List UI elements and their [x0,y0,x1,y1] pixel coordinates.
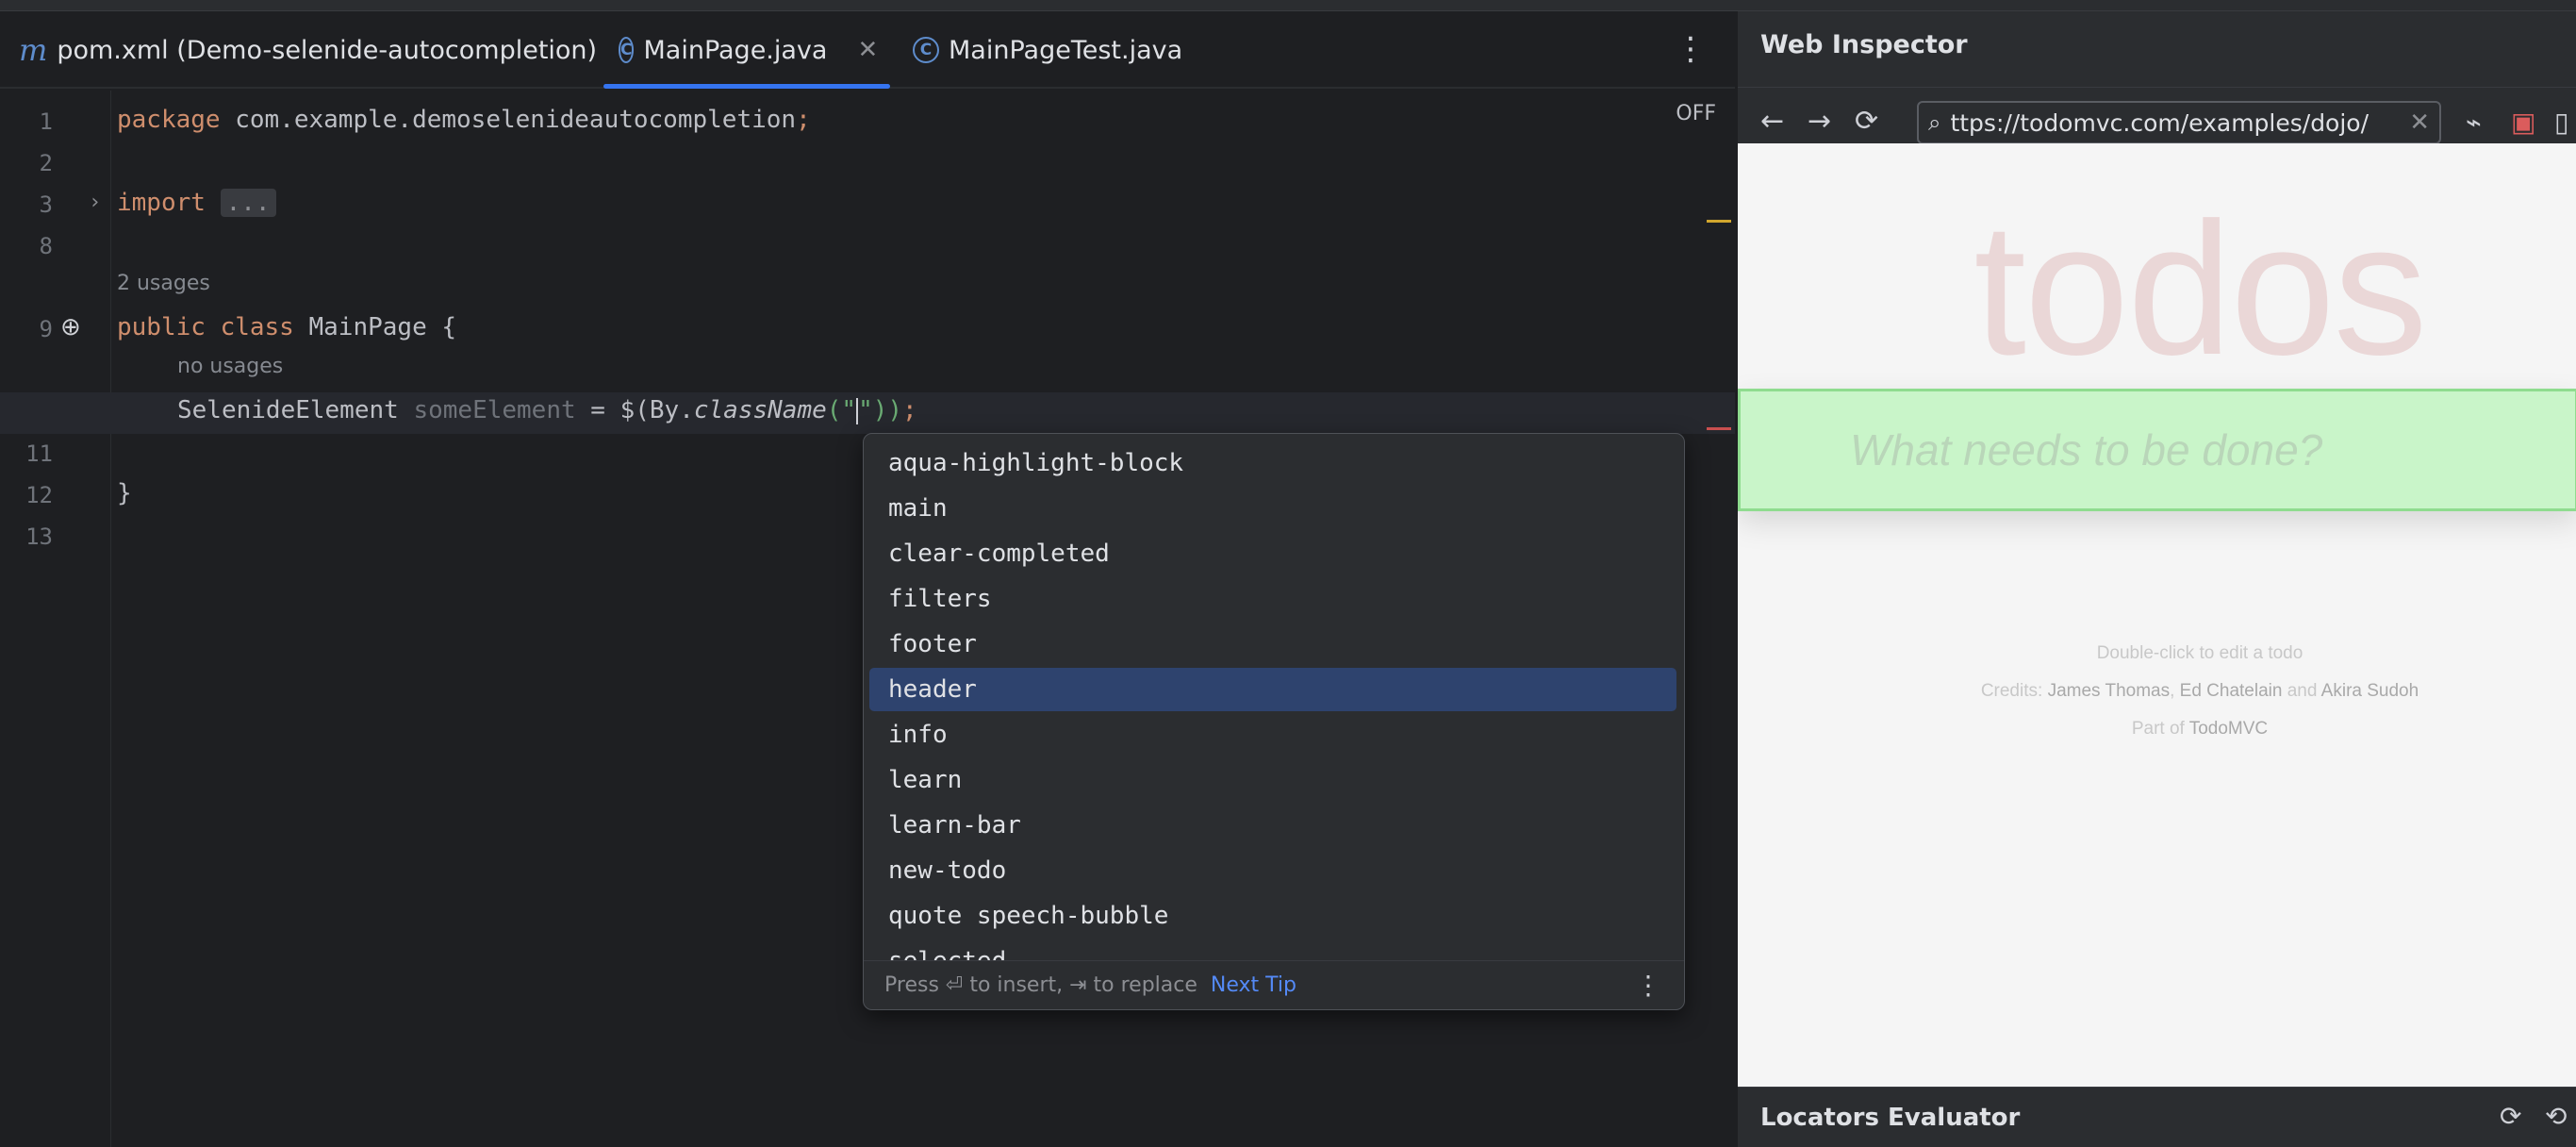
credit-link[interactable]: Ed Chatelain [2180,681,2283,701]
completion-item[interactable]: learn [869,758,1676,802]
completion-item[interactable]: filters [869,577,1676,621]
keyword-package: package [117,106,221,134]
reload-icon[interactable]: ⟳ [1855,105,1878,138]
tab-label: MainPageTest.java [949,35,1183,65]
credits-prefix: Credits: [1980,681,2048,701]
string-open: (" [826,396,857,424]
code-line-12: } [117,479,132,507]
credit-link[interactable]: Akira Sudoh [2321,681,2419,701]
method-name: className [693,396,827,424]
web-inspector-panel: Web Inspector ← → ⟳ ⌕ ttps://todomvc.com… [1736,11,2576,1147]
code-line-9: public class MainPage { [117,313,456,341]
completion-footer: Press ⏎ to insert, ⇥ to replace Next Tip… [864,960,1684,1009]
ide-window: m pom.xml (Demo-selenide-autocompletion)… [0,0,2576,1147]
todos-heading: todos [1973,184,2427,394]
tab-label: pom.xml (Demo-selenide-autocompletion) [57,35,598,65]
close-tab-icon[interactable]: ✕ [857,36,878,64]
type-name: SelenideElement [177,396,414,424]
editor-tab-bar: m pom.xml (Demo-selenide-autocompletion)… [0,11,1735,89]
refresh-icon[interactable]: ⟳ [2500,1101,2521,1132]
completion-item[interactable]: info [869,713,1676,756]
locators-evaluator-title[interactable]: Locators Evaluator [1760,1104,2020,1132]
back-arrow-icon[interactable]: ← [1760,105,1784,138]
code-editor: m pom.xml (Demo-selenide-autocompletion)… [0,11,1735,1147]
completion-item[interactable]: aqua-highlight-block [869,441,1676,485]
info-part-of: Part of TodoMVC [1738,719,2576,740]
reader-mode-toggle[interactable]: OFF [1676,102,1716,125]
tab-pom-xml[interactable]: m pom.xml (Demo-selenide-autocompletion) [4,11,612,89]
locators-evaluator-bar: Locators Evaluator ⟳ ⟲ [1738,1087,2576,1147]
field-name: someElement [413,396,576,424]
code-line-10: SelenideElement someElement = $(By.class… [177,396,917,424]
completion-hint-text: Press ⏎ to insert, ⇥ to replace [884,973,1197,997]
completion-item[interactable]: main [869,487,1676,530]
package-name: com.example.demoselenideautocompletion [220,106,797,134]
tab-label: MainPage.java [643,35,828,65]
completion-item[interactable]: quote speech-bubble [869,894,1676,938]
stop-record-icon[interactable]: ▣ [2511,107,2535,138]
info-edit-hint: Double-click to edit a todo [2096,643,2304,663]
string-close: ")) [858,396,903,424]
folded-imports[interactable]: ... [220,189,276,217]
new-todo-input-highlighted[interactable]: What needs to be done? [1738,389,2576,511]
fold-chevron-right-icon[interactable]: › [89,191,101,214]
line-number: 1 [39,108,53,135]
warning-stripe-marker[interactable] [1707,220,1731,223]
code-completion-popup: aqua-highlight-block main clear-complete… [863,433,1685,1010]
class-declaration: MainPage { [293,313,457,341]
keyword-public-class: public class [117,313,294,341]
completion-item-selected[interactable]: header [869,668,1676,711]
web-inspector-title: Web Inspector [1760,30,1968,59]
class-icon: C [619,37,635,63]
device-icon[interactable]: ▯ [2554,107,2568,138]
line-number: 13 [25,524,53,550]
code-line-3: import ... [117,189,276,217]
semicolon: ; [796,106,811,134]
line-number: 9 [39,316,53,342]
browser-webview[interactable]: todos What needs to be done? Double-clic… [1738,143,2576,1087]
class-icon: C [913,37,939,63]
completion-list: aqua-highlight-block main clear-complete… [864,441,1684,960]
and-text: and [2282,681,2321,701]
completion-item[interactable]: selected [869,939,1676,960]
forward-arrow-icon[interactable]: → [1808,105,1831,138]
error-stripe-marker[interactable] [1707,427,1731,430]
sync-icon[interactable]: ⟲ [2545,1101,2567,1132]
line-number-gutter: 1 2 3 › 8 9 ⊕ 10 11 12 13 [0,91,111,1147]
broom-clear-icon[interactable]: ⌁ [2466,107,2482,138]
completion-item[interactable]: clear-completed [869,532,1676,575]
url-field[interactable]: ⌕ ttps://todomvc.com/examples/dojo/ ✕ [1917,101,2441,144]
keyword-import: import [117,189,206,217]
info-credits: Credits: James Thomas, Ed Chatelain and … [1738,681,2576,702]
next-tip-link[interactable]: Next Tip [1211,973,1296,997]
clear-url-icon[interactable]: ✕ [2409,108,2430,137]
find-usages-icon[interactable]: ⊕ [60,313,81,341]
completion-item[interactable]: new-todo [869,849,1676,892]
credit-link[interactable]: James Thomas [2048,681,2171,701]
completion-item[interactable]: learn-bar [869,804,1676,847]
tab-mainpage-java[interactable]: C MainPage.java ✕ [603,11,890,89]
no-usages-inlay-hint: no usages [177,355,284,378]
assignment: = $(By. [575,396,694,424]
maven-m-icon: m [19,32,48,68]
separator: , [2170,681,2180,701]
code-line-1: package com.example.demoselenideautocomp… [117,106,811,134]
window-top-strip [0,0,2576,11]
todomvc-link[interactable]: TodoMVC [2189,719,2268,739]
line-number: 8 [39,233,53,259]
line-number: 12 [25,482,53,508]
url-text: ttps://todomvc.com/examples/dojo/ [1950,108,2370,137]
line-number: 3 [39,191,53,218]
search-icon: ⌕ [1928,109,1941,136]
line-number: 2 [39,150,53,176]
completion-item[interactable]: footer [869,623,1676,666]
part-of-prefix: Part of [2131,719,2189,739]
usages-inlay-hint[interactable]: 2 usages [117,272,210,295]
line-number: 11 [25,441,53,467]
semicolon: ; [902,396,917,424]
tab-options-kebab-icon[interactable]: ⋮ [1675,30,1707,68]
completion-options-kebab-icon[interactable]: ⋮ [1635,970,1661,1001]
tab-mainpagetest-java[interactable]: C MainPageTest.java [898,11,1197,89]
